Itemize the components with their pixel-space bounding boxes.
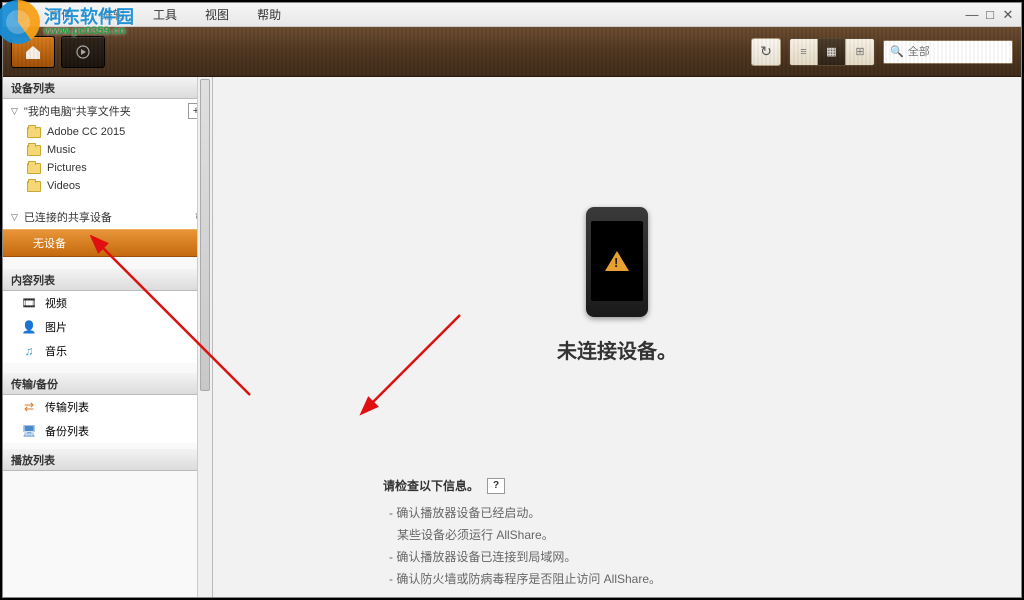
toolbar: ↻ ≡ ▦ ⊞ 🔍 [3,27,1021,77]
list-icon: ≡ [800,46,806,58]
home-button[interactable] [11,36,55,68]
device-list-header: 设备列表 [3,77,212,99]
folder-label: Adobe CC 2015 [47,126,125,138]
info-line-2: - 确认播放器设备已连接到局域网。 [383,546,943,568]
folder-icon [27,163,41,174]
menu-file[interactable]: 文件 [35,6,87,23]
caret-down-icon: ▽ [11,106,18,117]
menubar: all 文件 编辑 工具 视图 帮助 — □ ✕ [3,3,1021,27]
close-button[interactable]: ✕ [999,7,1017,23]
info-block: 请检查以下信息。 ? - 确认播放器设备已经启动。 某些设备必须运行 AllSh… [383,477,943,590]
menu-view[interactable]: 视图 [191,6,243,23]
image-icon: 👤 [21,319,37,335]
app-window: all 文件 编辑 工具 视图 帮助 — □ ✕ ↻ ≡ ▦ ⊞ [2,2,1022,598]
folder-icon [27,145,41,156]
playlist-header: 播放列表 [3,449,212,471]
transfer-backup-header: 传输/备份 [3,373,212,395]
content-image[interactable]: 👤 图片 [3,315,212,339]
content-label: 音乐 [45,343,67,359]
svg-text:all: all [16,11,25,21]
minimize-button[interactable]: — [963,7,981,22]
menu-edit[interactable]: 编辑 [87,6,139,23]
transfer-label: 传输列表 [45,399,89,415]
search-input[interactable] [908,46,1006,58]
connected-devices-header[interactable]: ▽ 已连接的共享设备 ↻ [3,205,212,229]
detail-icon: ⊞ [855,45,864,58]
content-video[interactable]: 🎞 视频 [3,291,212,315]
no-connection-title: 未连接设备。 [557,335,677,364]
info-line-3: - 确认防火墙或防病毒程序是否阻止访问 AllShare。 [383,568,943,590]
phone-icon [586,207,648,317]
info-line-1: - 确认播放器设备已经启动。 [383,502,943,524]
search-box[interactable]: 🔍 [883,40,1013,64]
video-icon: 🎞 [21,295,37,311]
check-info-title: 请检查以下信息。 [383,477,479,494]
maximize-button[interactable]: □ [981,7,999,22]
info-line-1b: 某些设备必须运行 AllShare。 [383,524,943,546]
content-label: 视频 [45,295,67,311]
grid-icon: ▦ [826,45,836,58]
backup-list[interactable]: 🖥 备份列表 [3,419,212,443]
scrollbar-thumb[interactable] [200,79,210,391]
no-device-illustration: 未连接设备。 [557,207,677,364]
folder-label: Music [47,144,76,156]
play-icon [74,44,92,60]
body: 设备列表 ▽ "我的电脑"共享文件夹 + Adobe CC 2015 Music… [3,77,1021,597]
folder-label: Videos [47,180,80,192]
my-pc-share-header[interactable]: ▽ "我的电脑"共享文件夹 + [3,99,212,123]
folder-item[interactable]: Music [3,141,212,159]
folder-label: Pictures [47,162,87,174]
help-button[interactable]: ? [487,478,505,494]
caret-down-icon: ▽ [11,212,18,223]
backup-label: 备份列表 [45,423,89,439]
refresh-button[interactable]: ↻ [751,38,781,66]
view-list-button[interactable]: ≡ [790,39,818,65]
home-icon [24,44,42,60]
app-logo-icon: all [7,5,35,25]
search-icon: 🔍 [890,45,904,58]
view-grid-button[interactable]: ▦ [818,39,846,65]
play-button[interactable] [61,36,105,68]
connected-devices-label: 已连接的共享设备 [24,209,112,225]
folder-item[interactable]: Videos [3,177,212,195]
music-icon: ♫ [21,343,37,359]
folder-icon [27,127,41,138]
my-pc-share-label: "我的电脑"共享文件夹 [24,103,131,119]
menu-help[interactable]: 帮助 [243,6,295,23]
refresh-icon: ↻ [760,43,772,60]
content-music[interactable]: ♫ 音乐 [3,339,212,363]
folder-icon [27,181,41,192]
warning-icon [605,251,629,271]
menu-tools[interactable]: 工具 [139,6,191,23]
view-detail-button[interactable]: ⊞ [846,39,874,65]
no-device-item[interactable]: 无设备 [3,229,212,257]
backup-icon: 🖥 [21,423,37,439]
main-area: 未连接设备。 请检查以下信息。 ? - 确认播放器设备已经启动。 某些设备必须运… [213,77,1021,597]
transfer-icon: ⇄ [21,399,37,415]
sidebar: 设备列表 ▽ "我的电脑"共享文件夹 + Adobe CC 2015 Music… [3,77,213,597]
view-mode-segment: ≡ ▦ ⊞ [789,38,875,66]
content-list-header: 内容列表 [3,269,212,291]
content-label: 图片 [45,319,67,335]
folder-item[interactable]: Adobe CC 2015 [3,123,212,141]
transfer-list[interactable]: ⇄ 传输列表 [3,395,212,419]
sidebar-scrollbar[interactable] [197,77,212,597]
folder-item[interactable]: Pictures [3,159,212,177]
